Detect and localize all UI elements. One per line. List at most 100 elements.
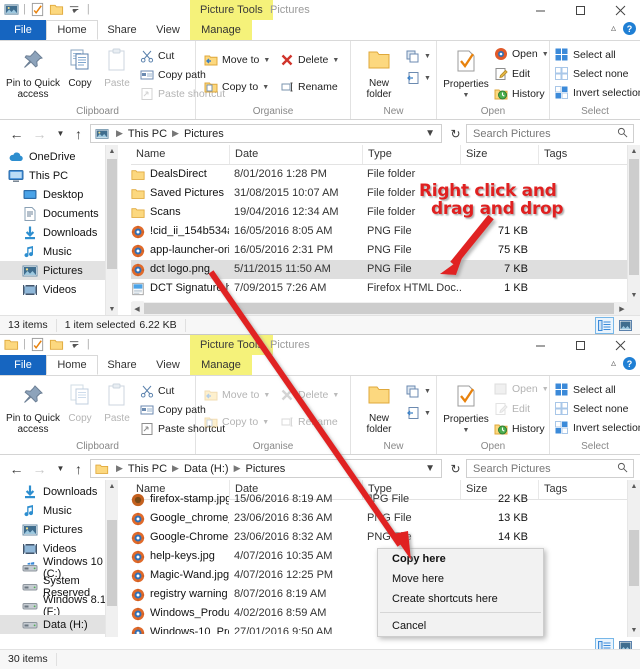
tab-home[interactable]: Home [46,20,98,40]
collapse-ribbon-icon[interactable]: ▵ [611,23,616,34]
select-all-button[interactable]: Select all [555,48,616,62]
address-dropdown-chevron-down-icon[interactable]: ▼ [419,128,441,139]
details-view-button[interactable] [595,317,614,334]
open-chevron-down-icon[interactable]: ▼ [542,51,549,58]
minimize-button-2[interactable] [520,335,560,355]
breadcrumb-item-0[interactable]: This PC [127,128,168,140]
column-header-type[interactable]: Type [362,145,460,164]
table-row[interactable]: !cid_ii_154b534a623... 16/05/2016 8:05 AM… [131,222,640,241]
file-scroll-up-icon[interactable]: ▲ [628,145,640,157]
cut-button[interactable]: Cut [140,49,174,63]
easy-access-chevron-down-icon-2[interactable]: ▼ [424,410,431,417]
tab-view-2[interactable]: View [146,355,190,375]
customize-qat-dropdown-icon[interactable] [68,2,83,17]
up-button-2[interactable]: ↑ [70,460,87,477]
new-folder-icon[interactable] [49,2,64,17]
new-item-button-2[interactable]: ▼ [406,384,431,398]
column-header-name[interactable]: Name [131,145,229,164]
select-all-button-2[interactable]: Select all [555,383,616,397]
easy-access-button[interactable]: ▼ [406,71,431,85]
cut-button-2[interactable]: Cut [140,384,174,398]
recent-locations-chevron-down-icon[interactable]: ▼ [52,125,69,142]
edit-button[interactable]: Edit [494,67,530,81]
copy-to-chevron-down-icon-2[interactable]: ▼ [262,419,269,426]
help-icon[interactable]: ? [623,22,636,35]
file-scroll-down-icon[interactable]: ▼ [628,289,640,301]
back-button[interactable]: ← [8,125,25,142]
properties-chevron-down-icon[interactable]: ▼ [439,90,493,101]
nav-scroll-down-icon[interactable]: ▼ [106,303,118,315]
hscroll-left-icon[interactable]: ◀ [131,302,143,315]
nav-scroll-thumb-2[interactable] [107,520,117,606]
history-button-2[interactable]: History [494,422,545,436]
delete-chevron-down-icon-2[interactable]: ▼ [332,392,339,399]
window1-file-scrollbar[interactable]: ▲ ▼ [627,145,640,315]
breadcrumb[interactable]: ▶ This PC ▶ Pictures ▼ [90,124,442,143]
table-row[interactable]: DealsDirect 8/01/2016 1:28 PM File folder [131,165,640,184]
sidebar-item-onedrive[interactable]: OneDrive [0,147,118,166]
column-header-date[interactable]: Date [229,145,362,164]
window1-nav-scrollbar[interactable]: ▲ ▼ [105,145,118,315]
move-to-button[interactable]: Move to ▼ [204,53,270,67]
up-button[interactable]: ↑ [70,125,87,142]
sidebar-item-desktop[interactable]: Desktop [0,185,118,204]
tab-file[interactable]: File [0,20,46,40]
nav-scroll-up-icon-2[interactable]: ▲ [106,480,118,492]
hscroll-thumb[interactable] [144,303,614,314]
delete-button[interactable]: Delete ▼ [280,53,339,67]
properties-button-2[interactable]: Properties ▼ [439,384,493,436]
menu-item-create-shortcuts-here[interactable]: Create shortcuts here [378,589,543,609]
new-folder-button[interactable]: New folder [357,48,401,100]
sidebar-item-music[interactable]: Music [0,242,118,261]
collapse-ribbon-icon-2[interactable]: ▵ [611,358,616,369]
new-item-chevron-down-icon[interactable]: ▼ [424,53,431,60]
tab-home-2[interactable]: Home [46,355,98,375]
table-row[interactable]: Google_chrome_lo... 23/06/2016 8:36 AM PNG… [131,509,640,528]
table-row[interactable]: Scans 19/04/2016 12:34 AM File folder [131,203,640,222]
breadcrumb-separator-1[interactable]: ▶ [168,128,183,139]
hscroll-right-icon[interactable]: ▶ [616,302,628,315]
table-row[interactable]: Google-Chrome-ic... 23/06/2016 8:32 AM PNG… [131,528,640,547]
edit-button-2[interactable]: Edit [494,402,530,416]
breadcrumb-separator-2-1[interactable]: ▶ [168,463,183,474]
tab-share-2[interactable]: Share [98,355,146,375]
table-row[interactable]: firefox-stamp.jpg 15/06/2016 8:19 AM JPG F… [131,490,640,509]
window2-nav-scrollbar[interactable]: ▲ ▼ [105,480,118,650]
sidebar-item-downloads[interactable]: Downloads [0,482,118,501]
column-header-tags[interactable]: Tags [538,145,623,164]
file-scroll-thumb-2[interactable] [629,530,639,586]
tab-file-2[interactable]: File [0,355,46,375]
breadcrumb-separator-0[interactable]: ▶ [112,128,127,139]
pictures-folder-icon[interactable] [4,2,19,17]
breadcrumb-separator-2-0[interactable]: ▶ [112,463,127,474]
breadcrumb-item-2-0[interactable]: This PC [127,463,168,475]
address-dropdown-chevron-down-icon-2[interactable]: ▼ [419,463,441,474]
window2-file-scrollbar[interactable]: ▲ ▼ [627,480,640,650]
tab-manage[interactable]: Manage [190,20,252,40]
new-item-button[interactable]: ▼ [406,49,431,63]
sidebar-item-data-h[interactable]: Data (H:) [0,615,118,634]
properties-button[interactable]: Properties ▼ [439,49,493,101]
open-button-2[interactable]: Open ▼ [494,382,549,396]
folder-icon-2[interactable] [4,337,19,352]
menu-item-cancel[interactable]: Cancel [378,616,543,636]
move-to-chevron-down-icon[interactable]: ▼ [263,57,270,64]
paste-button-2[interactable]: Paste [98,383,136,424]
table-row[interactable]: dct logo.png 5/11/2015 11:50 AM PNG File 7 … [131,260,640,279]
copy-to-chevron-down-icon[interactable]: ▼ [262,84,269,91]
close-button[interactable] [600,0,640,20]
menu-item-move-here[interactable]: Move here [378,569,543,589]
copy-button[interactable]: Copy [62,48,98,89]
pin-to-quick-access-button[interactable]: Pin to Quick access [4,48,62,100]
delete-chevron-down-icon[interactable]: ▼ [332,57,339,64]
close-button-2[interactable] [600,335,640,355]
select-none-button[interactable]: Select none [555,67,628,81]
breadcrumb-item-2-2[interactable]: Pictures [245,463,287,475]
table-row[interactable]: DCT Signature.htm 7/09/2015 7:26 AM Firefo… [131,279,640,298]
copy-to-button-2[interactable]: Copy to ▼ [204,415,269,429]
easy-access-button-2[interactable]: ▼ [406,406,431,420]
open-chevron-down-icon-2[interactable]: ▼ [542,386,549,393]
drag-drop-context-menu[interactable]: Copy here Move here Create shortcuts here C… [377,548,544,637]
column-header-size[interactable]: Size [460,145,538,164]
nav-scroll-up-icon[interactable]: ▲ [106,145,118,157]
